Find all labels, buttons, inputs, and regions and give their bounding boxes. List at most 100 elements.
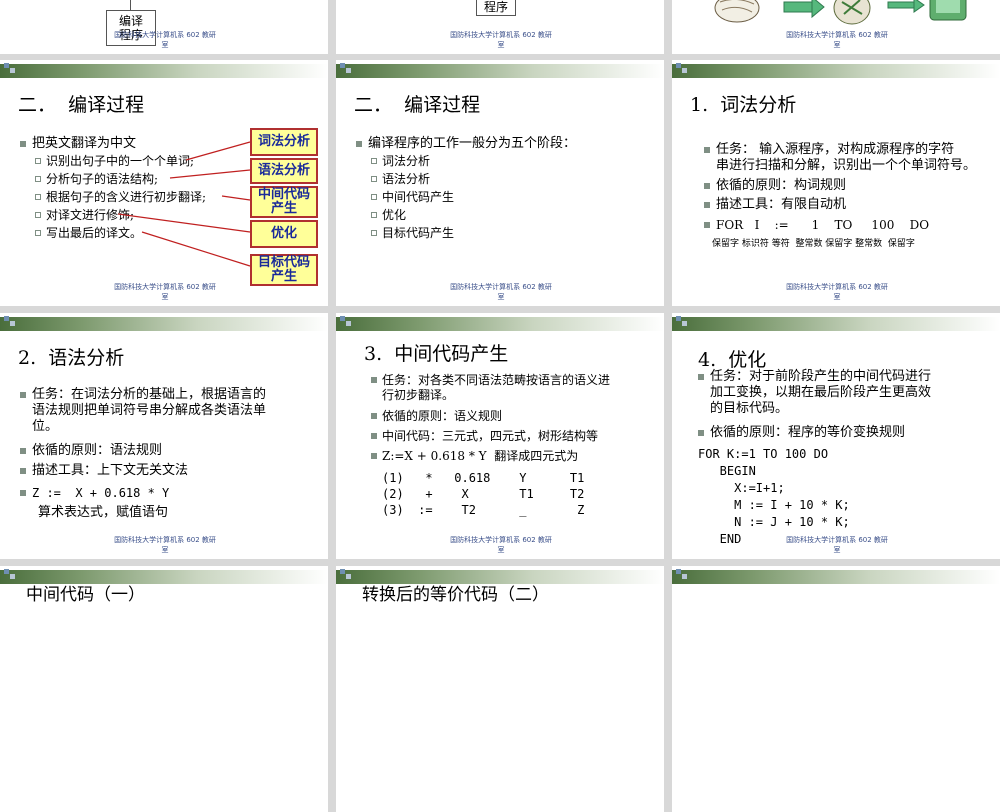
slide-4[interactable]: 二． 编译过程 把英文翻译为中文 识别出句子中的一个个单词; 分析句子的语法结构…: [0, 60, 328, 306]
bullet: Z:=X + 0.618 * Y 翻译成四元式为: [371, 449, 578, 464]
bullet-marker: [704, 147, 710, 153]
sub-text: 语法分析: [382, 172, 431, 186]
footer-line1: 国防科技大学计算机系 602 教研: [114, 536, 216, 544]
bullet-text-3: 的目标代码。: [710, 401, 789, 416]
slide-5[interactable]: 二． 编译过程 编译程序的工作一般分为五个阶段： 词法分析 语法分析 中间代码产…: [336, 60, 664, 306]
bullet: 任务：在词法分析的基础上，根据语言的 语法规则把单词符号串分解成各类语法单 位。: [20, 387, 322, 435]
slide-10[interactable]: 中间代码（一）: [0, 566, 328, 812]
slide-6[interactable]: 1. 词法分析 任务： 输入源程序，对构成源程序的字符 串进行扫描和分解，识别出一…: [672, 60, 1000, 306]
footer-line2: 室: [833, 41, 841, 49]
bullet-text-1: 任务：在词法分析的基础上，根据语言的: [32, 387, 267, 402]
bullet-marker: [704, 183, 710, 189]
slide-11[interactable]: 转换后的等价代码（二）: [336, 566, 664, 812]
bullet-marker: [20, 468, 26, 474]
bullet-text-1: 任务：对各类不同语法范畴按语言的语义进: [382, 373, 611, 387]
header-band: [336, 64, 664, 78]
corner-square: [676, 569, 681, 574]
bullet: 依循的原则：程序的等价变换规则: [698, 425, 906, 441]
sub-item: 语法分析: [371, 172, 431, 187]
corner-square: [676, 316, 681, 321]
slide-title: 1. 词法分析: [690, 94, 797, 116]
bullet-text: 依循的原则：程序的等价变换规则: [710, 425, 906, 440]
footer: 国防科技大学计算机系 602 教研 室: [772, 535, 902, 555]
bullet: 任务：对各类不同语法范畴按语言的语义进 行初步翻译。: [371, 373, 662, 403]
corner-square: [4, 569, 9, 574]
footer-line2: 室: [833, 293, 841, 301]
stage-box-target: 目标代码 产生: [250, 254, 318, 286]
sub-item: 词法分析: [371, 154, 430, 169]
quad-row: (3) := T2 _ Z: [382, 503, 585, 517]
footer-line2: 室: [497, 41, 505, 49]
bullet-text-1: 任务：对于前阶段产生的中间代码进行: [710, 369, 932, 384]
slide-8[interactable]: 3. 中间代码产生 任务：对各类不同语法范畴按语言的语义进 行初步翻译。 依循的原…: [336, 313, 664, 559]
sub-text: 目标代码产生: [382, 226, 455, 240]
footer: 国防科技大学计算机系 602 教研 室: [100, 30, 230, 50]
slide-1[interactable]: 编译 程序 国防科技大学计算机系 602 教研 室: [0, 0, 328, 54]
sub-item: 中间代码产生: [371, 190, 455, 205]
stage-box-text: 词法分析: [257, 134, 310, 149]
bullet: 描述工具：上下文无关文法: [20, 463, 188, 479]
token-line: FOR I := 1 TO 100 DO: [716, 218, 930, 232]
sub-marker: [371, 230, 377, 236]
bullet: 中间代码：三元式，四元式，树形结构等: [371, 429, 599, 444]
bullet: 依循的原则：语义规则: [371, 409, 502, 424]
slide-title: 二． 编译过程: [354, 94, 481, 116]
bullet-text-2: 行初步翻译。: [382, 388, 455, 402]
arrow-head-2: [913, 0, 925, 13]
footer-line1: 国防科技大学计算机系 602 教研: [450, 536, 552, 544]
expression: Z := X + 0.618 * Y: [32, 486, 170, 500]
bullet-marker: [20, 490, 26, 496]
program-box-label: 程序: [483, 0, 508, 14]
footer-line2: 室: [161, 293, 169, 301]
compiler-box-line1: 编译: [118, 14, 143, 28]
arrow-head-1: [811, 0, 825, 19]
slide-9[interactable]: 4. 优化 任务：对于前阶段产生的中间代码进行 加工变换，以期在最后阶段产生更高效…: [672, 313, 1000, 559]
code-line: END: [698, 532, 742, 546]
bullet: 任务： 输入源程序，对构成源程序的字符 串进行扫描和分解，识别出一个个单词符号。: [704, 142, 996, 174]
slide-3[interactable]: 国防科技大学计算机系 602 教研 室: [672, 0, 1000, 54]
code-line: N := J + 10 * K;: [698, 515, 850, 529]
corner-square: [340, 63, 345, 68]
footer-line2: 室: [161, 546, 169, 554]
bullet-marker: [371, 413, 377, 419]
bullet-text: 中间代码：三元式，四元式，树形结构等: [382, 429, 599, 443]
arrow-icon-2: [887, 1, 915, 9]
footer: 国防科技大学计算机系 602 教研 室: [772, 30, 902, 50]
corner-square: [10, 574, 15, 579]
stage-box-intermediate: 中间代码 产生: [250, 186, 318, 218]
bullet-marker: [698, 374, 704, 380]
bullet-marker: [356, 141, 362, 147]
slide-12[interactable]: [672, 566, 1000, 812]
sub-text: 中间代码产生: [382, 190, 455, 204]
arrow-icon-1: [783, 1, 813, 13]
sub-item: 目标代码产生: [371, 226, 455, 241]
bullet-marker: [371, 433, 377, 439]
sub-marker: [371, 194, 377, 200]
stage-box-optimize: 优化: [250, 220, 318, 248]
slide-title: 2. 语法分析: [18, 347, 125, 369]
bullet-text-2: 加工变换，以期在最后阶段产生更高效: [710, 385, 932, 400]
stage-box-text: 语法分析: [257, 163, 310, 178]
sub-marker: [371, 158, 377, 164]
person-icon: [833, 0, 871, 25]
corner-square: [340, 316, 345, 321]
expression-caption: 算术表达式，赋值语句: [38, 505, 169, 520]
quad-row: (1) * 0.618 Y T1: [382, 471, 585, 485]
header-band: [672, 570, 1000, 584]
footer: 国防科技大学计算机系 602 教研 室: [100, 535, 230, 555]
footer-line1: 国防科技大学计算机系 602 教研: [450, 283, 552, 291]
bullet: 依循的原则：语法规则: [20, 443, 163, 459]
sub-item: 优化: [371, 208, 406, 223]
slide-title: 3. 中间代码产生: [364, 343, 509, 365]
footer: 国防科技大学计算机系 602 教研 室: [436, 282, 566, 302]
bullet-text-2: 串进行扫描和分解，识别出一个个单词符号。: [716, 158, 977, 173]
footer-line1: 国防科技大学计算机系 602 教研: [786, 283, 888, 291]
header-band: [336, 317, 664, 331]
bullet-text: 依循的原则：语法规则: [32, 443, 163, 458]
slide-7[interactable]: 2. 语法分析 任务：在词法分析的基础上，根据语言的 语法规则把单词符号串分解成各…: [0, 313, 328, 559]
footer-line1: 国防科技大学计算机系 602 教研: [114, 283, 216, 291]
bullet-marker: [20, 392, 26, 398]
stage-box-text-1: 目标代码: [257, 255, 310, 270]
slide-2[interactable]: 程序 国防科技大学计算机系 602 教研 室: [336, 0, 664, 54]
header-band: [672, 317, 1000, 331]
